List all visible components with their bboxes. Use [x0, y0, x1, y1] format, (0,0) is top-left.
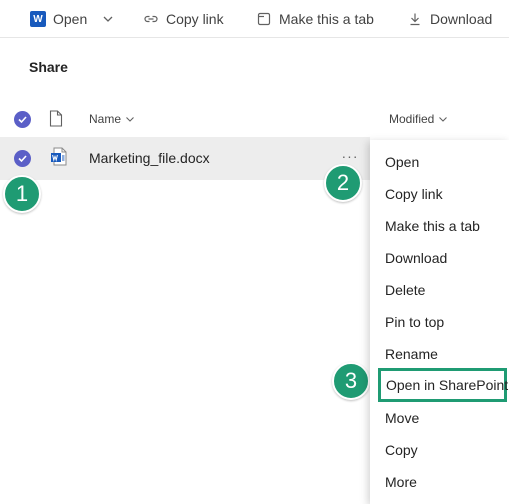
download-button[interactable]: Download	[407, 0, 492, 38]
column-header-modified[interactable]: Modified	[389, 112, 448, 126]
tab-icon	[257, 12, 271, 26]
file-name[interactable]: Marketing_file.docx	[89, 150, 210, 166]
menu-item-open-in-sharepoint[interactable]: Open in SharePoint	[378, 368, 509, 402]
chevron-down-icon	[126, 117, 134, 122]
menu-item-delete[interactable]: Delete	[385, 280, 425, 300]
menu-item-copy-link[interactable]: Copy link	[385, 184, 443, 204]
checkmark-icon	[18, 116, 27, 124]
chevron-down-icon	[439, 117, 448, 122]
file-row-checkbox[interactable]	[14, 150, 31, 167]
step-marker-2: 2	[324, 164, 362, 202]
copy-link-button[interactable]: Copy link	[143, 0, 224, 38]
menu-item-copy[interactable]: Copy	[385, 440, 418, 460]
column-modified-label: Modified	[389, 112, 435, 126]
download-label: Download	[430, 11, 493, 27]
checkmark-icon	[18, 155, 27, 163]
menu-item-download[interactable]: Download	[385, 248, 447, 268]
word-document-icon	[51, 147, 67, 166]
page-title: Share	[29, 59, 68, 75]
word-icon: W	[30, 11, 46, 27]
more-options-button[interactable]: ···	[339, 148, 361, 164]
menu-item-more[interactable]: More	[385, 472, 417, 492]
copy-link-label: Copy link	[166, 11, 224, 27]
make-tab-button[interactable]: Make this a tab	[256, 0, 374, 38]
link-icon	[144, 15, 158, 23]
menu-item-rename[interactable]: Rename	[385, 344, 438, 364]
column-name-label: Name	[89, 112, 122, 126]
open-label: Open	[53, 11, 88, 27]
chevron-down-icon[interactable]	[102, 13, 114, 25]
step-marker-1: 1	[3, 175, 41, 213]
make-tab-label: Make this a tab	[279, 11, 374, 27]
share-file-screen: W Open Copy link Make this a tab Downloa…	[0, 0, 509, 504]
menu-item-make-tab[interactable]: Make this a tab	[385, 216, 480, 236]
column-header-name[interactable]: Name	[89, 112, 135, 126]
command-toolbar: W Open Copy link Make this a tab Downloa…	[0, 0, 509, 38]
file-type-header-icon[interactable]	[49, 110, 63, 127]
menu-item-open-in-sharepoint-label: Open in SharePoint	[386, 377, 509, 393]
open-button[interactable]: W Open	[30, 0, 114, 38]
step-marker-3: 3	[332, 362, 370, 400]
menu-item-open[interactable]: Open	[385, 152, 419, 172]
menu-item-pin-to-top[interactable]: Pin to top	[385, 312, 444, 332]
menu-item-move[interactable]: Move	[385, 408, 419, 428]
context-menu: Open Copy link Make this a tab Download …	[370, 140, 509, 504]
select-all-checkbox[interactable]	[14, 111, 31, 128]
download-icon	[410, 13, 420, 26]
